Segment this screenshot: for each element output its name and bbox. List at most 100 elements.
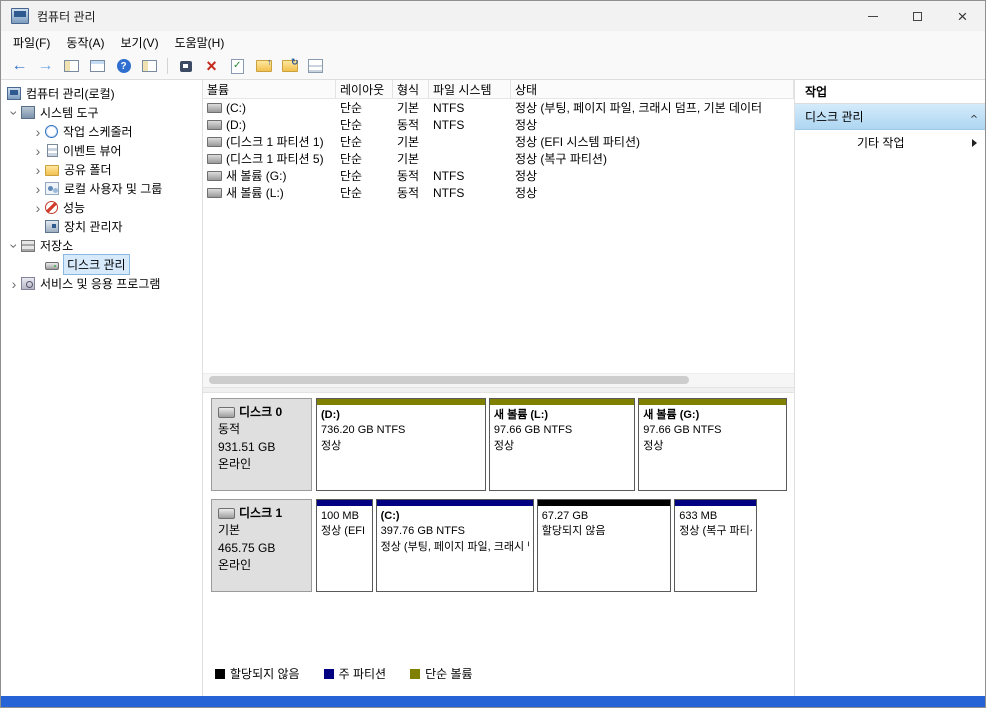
refresh-glyph xyxy=(281,57,299,72)
volume-name: (C:) xyxy=(226,100,246,115)
menu-action[interactable]: 동작(A) xyxy=(58,32,112,53)
legend-label: 주 파티션 xyxy=(338,667,387,681)
legend-swatch-primary xyxy=(323,668,334,679)
column-header-volume[interactable]: 볼륨 xyxy=(203,80,336,98)
export-list-glyph xyxy=(90,60,105,72)
volume-row-d[interactable]: (D:) 단순 동적 NTFS 정상 xyxy=(203,116,794,133)
collapse-icon[interactable] xyxy=(965,114,980,118)
services-apps-icon xyxy=(21,277,35,290)
partition-recovery[interactable]: 633 MB 정상 (복구 파티션) xyxy=(674,499,757,592)
volume-name: (디스크 1 파티션 5) xyxy=(226,152,324,166)
chevron-collapsed-icon[interactable] xyxy=(31,162,45,178)
column-header-type[interactable]: 형식 xyxy=(393,80,429,98)
disk-1-info[interactable]: 디스크 1 기본 465.75 GB 온라인 xyxy=(211,499,312,592)
actions-more-actions[interactable]: 기타 작업 xyxy=(795,130,985,155)
partition-c[interactable]: (C:) 397.76 GB NTFS 정상 (부팅, 페이지 파일, 크래시 … xyxy=(375,499,534,592)
tree-item-storage[interactable]: 저장소 xyxy=(1,236,202,255)
export-list-icon[interactable] xyxy=(85,55,110,77)
scrollbar-thumb[interactable] xyxy=(209,376,689,384)
menu-file[interactable]: 파일(F) xyxy=(5,32,58,53)
column-header-layout[interactable]: 레이아웃 xyxy=(336,80,393,98)
forward-icon[interactable] xyxy=(33,55,58,77)
tree-item-event-viewer[interactable]: 이벤트 뷰어 xyxy=(1,141,202,160)
console-tree: 컴퓨터 관리(로컬) 시스템 도구 작업 스케줄러 이벤트 뷰어 공유 폴더 xyxy=(1,80,203,696)
partition-label: 새 볼륨 (L:) xyxy=(493,409,549,421)
disk-status: 온라인 xyxy=(218,558,252,573)
volume-row-disk1-partition5[interactable]: (디스크 1 파티션 5) 단순 기본 정상 (복구 파티션) xyxy=(203,150,794,167)
volume-type: 기본 xyxy=(397,152,420,166)
disk-0-block: 디스크 0 동적 931.51 GB 온라인 (D:) 736.20 GB NT… xyxy=(211,398,788,491)
event-viewer-icon xyxy=(47,144,58,157)
chevron-expanded-icon[interactable] xyxy=(7,105,21,121)
partition-d[interactable]: (D:) 736.20 GB NTFS 정상 xyxy=(316,398,486,491)
tree-item-system-tools[interactable]: 시스템 도구 xyxy=(1,103,202,122)
tree-item-shared-folders[interactable]: 공유 폴더 xyxy=(1,160,202,179)
partition-size: 100 MB xyxy=(321,510,359,522)
volume-row-g[interactable]: 새 볼륨 (G:) 단순 동적 NTFS 정상 xyxy=(203,167,794,184)
volume-layout: 단순 xyxy=(340,152,363,166)
actions-disk-management[interactable]: 디스크 관리 xyxy=(795,104,985,130)
minimize-icon xyxy=(867,15,878,17)
legend: 할당되지 않음 주 파티션 단순 볼륨 xyxy=(203,665,794,682)
chevron-expanded-icon[interactable] xyxy=(7,238,21,254)
volume-row-disk1-partition1[interactable]: (디스크 1 파티션 1) 단순 기본 정상 (EFI 시스템 파티션) xyxy=(203,133,794,150)
partition-efi[interactable]: 100 MB 정상 (EFI 시스템 파티션) xyxy=(316,499,373,592)
volume-status: 정상 (복구 파티션) xyxy=(515,152,607,166)
partition-l[interactable]: 새 볼륨 (L:) 97.66 GB NTFS 정상 xyxy=(488,398,636,491)
chevron-collapsed-icon[interactable] xyxy=(31,124,45,140)
main-content: 컴퓨터 관리(로컬) 시스템 도구 작업 스케줄러 이벤트 뷰어 공유 폴더 xyxy=(1,80,985,696)
refresh-icon[interactable] xyxy=(277,55,302,77)
tree-item-disk-management[interactable]: 디스크 관리 xyxy=(1,254,202,275)
taskbar-strip xyxy=(1,696,985,707)
delete-icon[interactable] xyxy=(199,55,224,77)
chevron-collapsed-icon[interactable] xyxy=(31,143,45,159)
maximize-button[interactable] xyxy=(895,1,940,31)
close-button[interactable] xyxy=(940,1,985,31)
menu-view[interactable]: 보기(V) xyxy=(112,32,166,53)
disk-0-info[interactable]: 디스크 0 동적 931.51 GB 온라인 xyxy=(211,398,312,491)
show-action-pane-icon[interactable] xyxy=(137,55,162,77)
computer-management-icon xyxy=(11,8,29,24)
tree-item-computer-management[interactable]: 컴퓨터 관리(로컬) xyxy=(1,84,202,103)
volume-status: 정상 xyxy=(515,186,538,200)
menu-help[interactable]: 도움말(H) xyxy=(167,32,233,53)
open-folder-icon[interactable] xyxy=(251,55,276,77)
back-icon[interactable] xyxy=(7,55,32,77)
action-menu-icon[interactable] xyxy=(173,55,198,77)
disk-1-block: 디스크 1 기본 465.75 GB 온라인 100 MB 정상 (EFI 시스… xyxy=(211,499,788,592)
volume-row-l[interactable]: 새 볼륨 (L:) 단순 동적 NTFS 정상 xyxy=(203,184,794,201)
legend-simple-volume: 단순 볼륨 xyxy=(410,665,473,682)
partition-unallocated[interactable]: 67.27 GB 할당되지 않음 xyxy=(536,499,672,592)
minimize-button[interactable] xyxy=(850,1,895,31)
help-icon[interactable] xyxy=(111,55,136,77)
horizontal-scrollbar[interactable] xyxy=(203,373,794,387)
tree-item-local-users-groups[interactable]: 로컬 사용자 및 그룹 xyxy=(1,179,202,198)
check-disk-icon[interactable] xyxy=(225,55,250,77)
more-actions-label: 기타 작업 xyxy=(857,136,905,150)
volume-list-empty-area xyxy=(203,201,794,373)
computer-icon xyxy=(7,87,21,100)
partition-g[interactable]: 새 볼륨 (G:) 97.66 GB NTFS 정상 xyxy=(638,398,787,491)
tree-item-performance[interactable]: 성능 xyxy=(1,198,202,217)
tree-item-device-manager[interactable]: 장치 관리자 xyxy=(1,217,202,236)
toolbar xyxy=(1,53,985,80)
chevron-collapsed-icon[interactable] xyxy=(31,200,45,216)
partition-status: 정상 (복구 파티션) xyxy=(679,525,752,538)
volume-status: 정상 xyxy=(515,169,538,183)
column-header-status[interactable]: 상태 xyxy=(511,80,794,98)
volume-name: 새 볼륨 (L:) xyxy=(226,186,284,200)
partition-size: 397.76 GB NTFS xyxy=(380,525,465,538)
chevron-collapsed-icon[interactable] xyxy=(31,181,45,197)
disk-icon xyxy=(218,407,235,419)
properties-list-icon[interactable] xyxy=(303,55,328,77)
volume-row-c[interactable]: (C:) 단순 기본 NTFS 정상 (부팅, 페이지 파일, 크래시 덤프, … xyxy=(203,99,794,116)
chevron-collapsed-icon[interactable] xyxy=(7,276,21,292)
column-header-filesystem[interactable]: 파일 시스템 xyxy=(429,80,511,98)
volume-status: 정상 (EFI 시스템 파티션) xyxy=(515,135,640,149)
check-disk-glyph xyxy=(231,58,244,74)
action-pane-glyph xyxy=(142,60,157,72)
tree-item-services-apps[interactable]: 서비스 및 응용 프로그램 xyxy=(1,274,202,293)
show-console-tree-icon[interactable] xyxy=(59,55,84,77)
tree-item-task-scheduler[interactable]: 작업 스케줄러 xyxy=(1,122,202,141)
volume-type: 기본 xyxy=(397,101,420,115)
